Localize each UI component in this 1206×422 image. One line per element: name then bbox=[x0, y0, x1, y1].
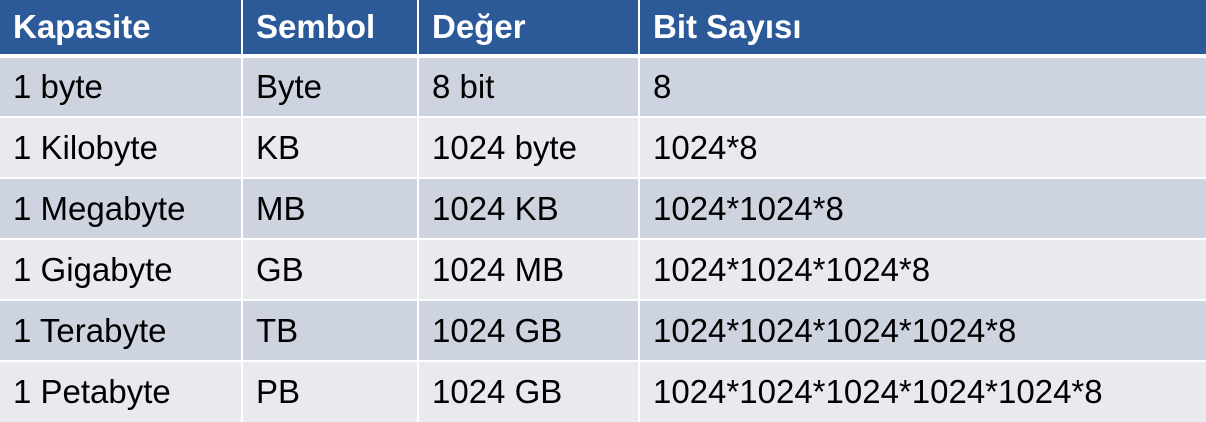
cell-kapasite: 1 byte bbox=[0, 56, 243, 118]
cell-deger: 1024 byte bbox=[418, 117, 640, 179]
cell-bit-sayisi: 1024*1024*1024*8 bbox=[639, 239, 1206, 301]
cell-sembol: PB bbox=[242, 361, 419, 422]
table-row: 1 Gigabyte GB 1024 MB 1024*1024*1024*8 bbox=[0, 239, 1206, 301]
cell-kapasite: 1 Gigabyte bbox=[0, 239, 243, 301]
cell-deger: 1024 KB bbox=[418, 178, 640, 240]
header-sembol: Sembol bbox=[242, 0, 419, 58]
header-bit-sayisi: Bit Sayısı bbox=[639, 0, 1206, 58]
cell-deger: 1024 MB bbox=[418, 239, 640, 301]
cell-deger: 1024 GB bbox=[418, 361, 640, 422]
cell-bit-sayisi: 1024*1024*8 bbox=[639, 178, 1206, 240]
table-header-row: Kapasite Sembol Değer Bit Sayısı bbox=[0, 0, 1206, 58]
header-kapasite: Kapasite bbox=[0, 0, 243, 58]
data-units-table: Kapasite Sembol Değer Bit Sayısı 1 byte … bbox=[0, 0, 1206, 422]
cell-bit-sayisi: 8 bbox=[639, 56, 1206, 118]
cell-bit-sayisi: 1024*1024*1024*1024*8 bbox=[639, 300, 1206, 362]
cell-sembol: TB bbox=[242, 300, 419, 362]
cell-sembol: GB bbox=[242, 239, 419, 301]
table-row: 1 Kilobyte KB 1024 byte 1024*8 bbox=[0, 117, 1206, 179]
cell-kapasite: 1 Terabyte bbox=[0, 300, 243, 362]
cell-sembol: Byte bbox=[242, 56, 419, 118]
cell-kapasite: 1 Kilobyte bbox=[0, 117, 243, 179]
cell-bit-sayisi: 1024*8 bbox=[639, 117, 1206, 179]
cell-bit-sayisi: 1024*1024*1024*1024*1024*8 bbox=[639, 361, 1206, 422]
table-row: 1 byte Byte 8 bit 8 bbox=[0, 56, 1206, 118]
cell-kapasite: 1 Petabyte bbox=[0, 361, 243, 422]
cell-sembol: MB bbox=[242, 178, 419, 240]
cell-kapasite: 1 Megabyte bbox=[0, 178, 243, 240]
table-row: 1 Terabyte TB 1024 GB 1024*1024*1024*102… bbox=[0, 300, 1206, 362]
cell-deger: 1024 GB bbox=[418, 300, 640, 362]
header-deger: Değer bbox=[418, 0, 640, 58]
table-row: 1 Megabyte MB 1024 KB 1024*1024*8 bbox=[0, 178, 1206, 240]
table-row: 1 Petabyte PB 1024 GB 1024*1024*1024*102… bbox=[0, 361, 1206, 422]
cell-sembol: KB bbox=[242, 117, 419, 179]
cell-deger: 8 bit bbox=[418, 56, 640, 118]
